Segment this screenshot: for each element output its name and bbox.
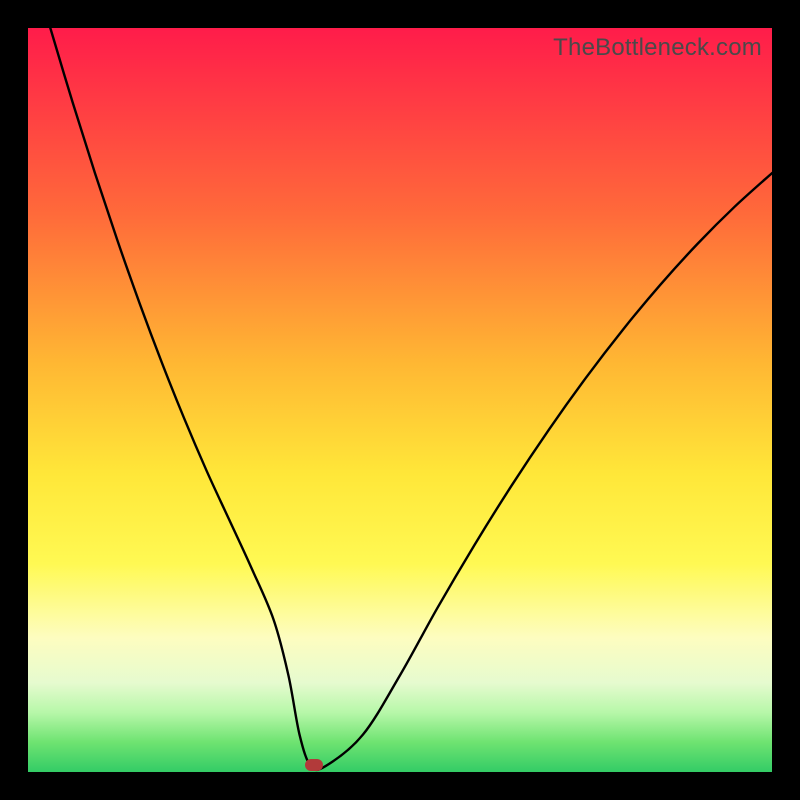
outer-frame: TheBottleneck.com xyxy=(0,0,800,800)
bottleneck-curve xyxy=(28,28,772,772)
optimal-marker xyxy=(305,759,323,771)
plot-area: TheBottleneck.com xyxy=(28,28,772,772)
